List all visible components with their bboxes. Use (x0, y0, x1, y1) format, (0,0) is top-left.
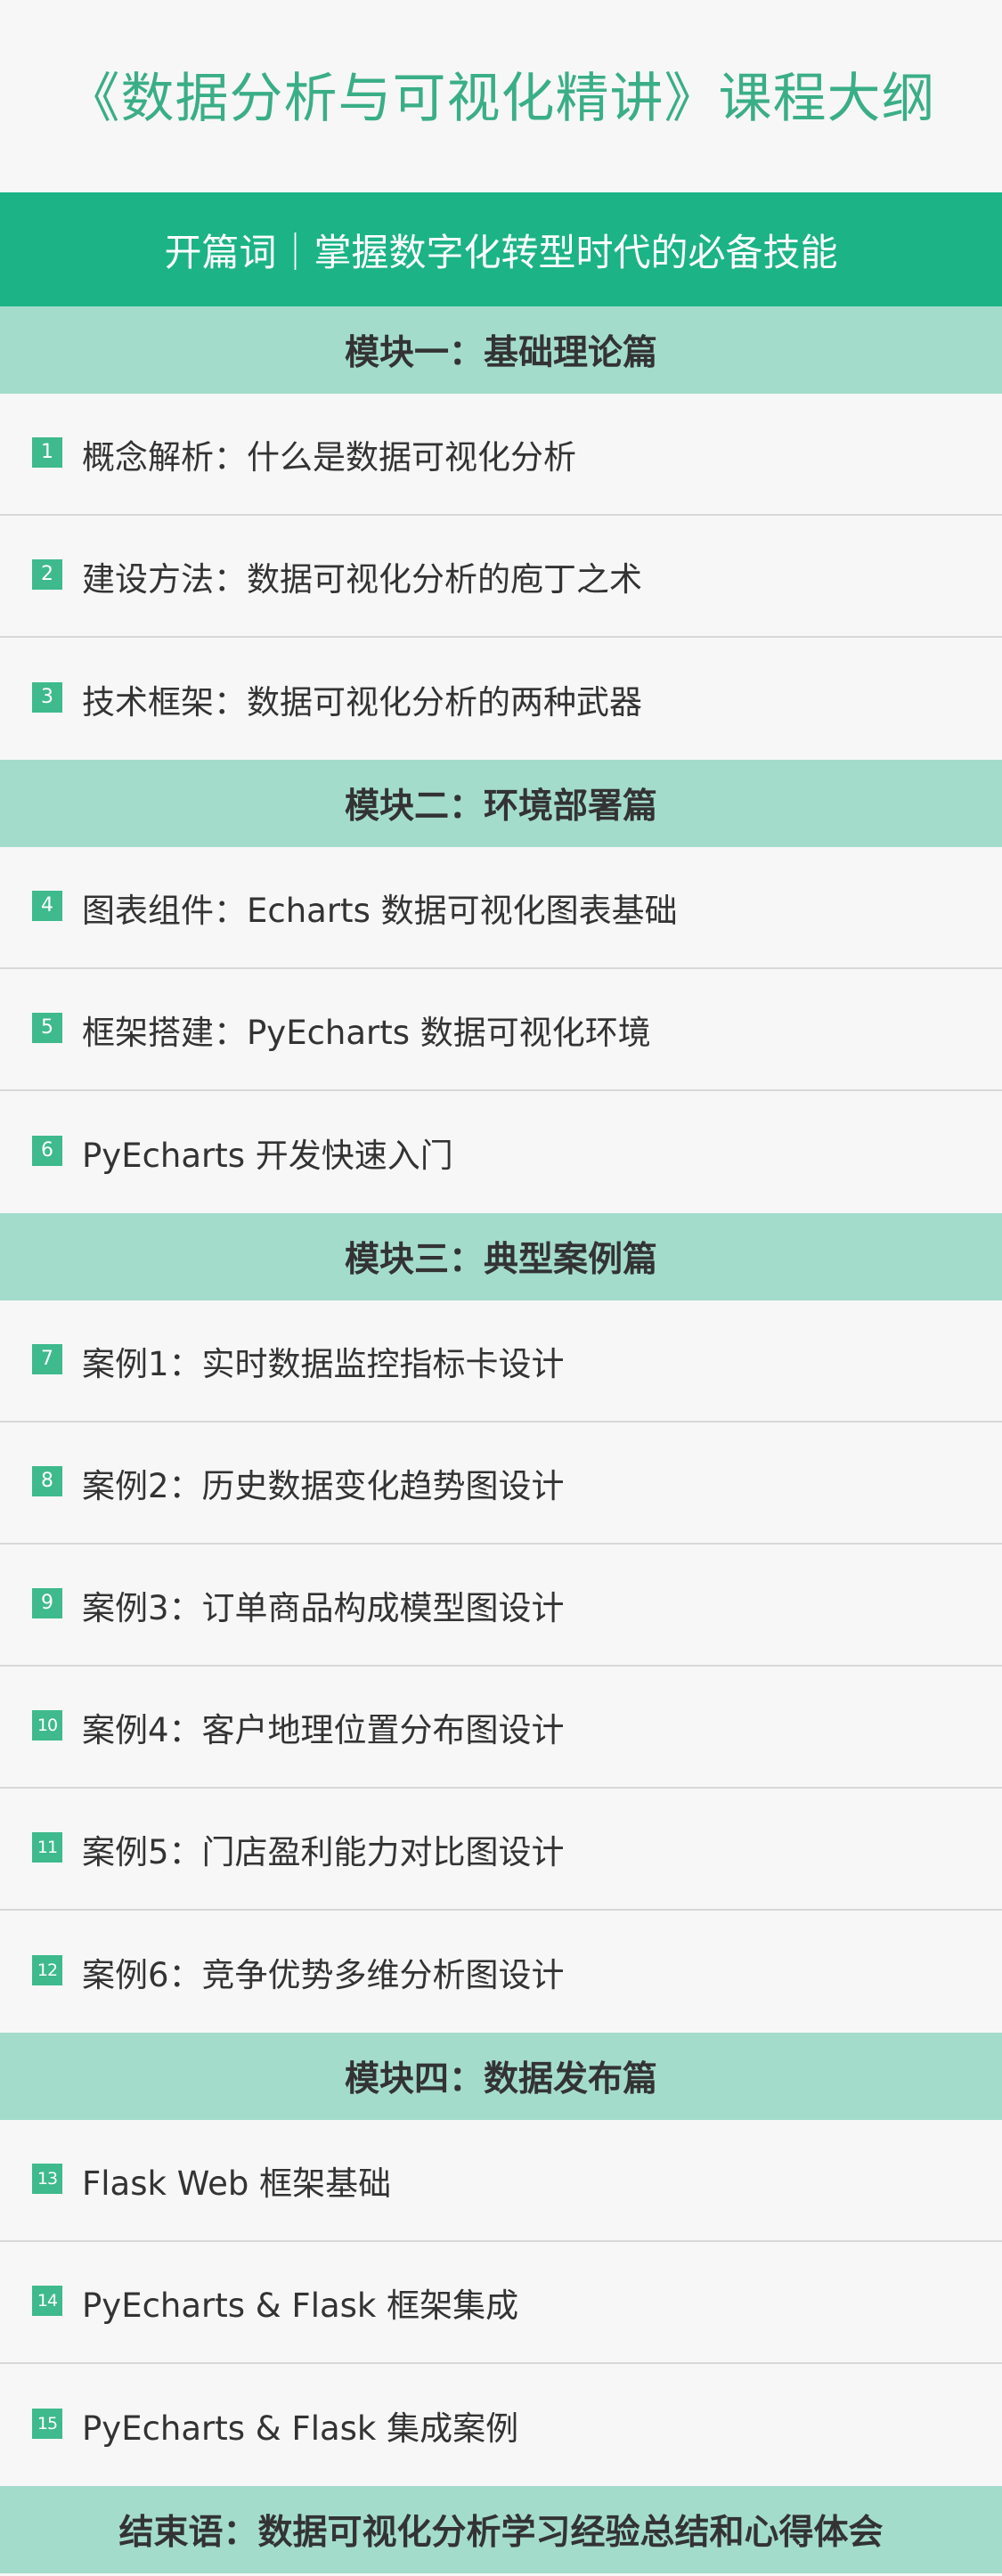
item-title: 概念解析：什么是数据可视化分析 (82, 437, 576, 477)
item-number-badge: 13 (32, 2163, 62, 2194)
ending-chapter[interactable]: 结束语：数据可视化分析学习经验总结和心得体会 (0, 2486, 1002, 2573)
item-title: 案例1：实时数据监控指标卡设计 (82, 1344, 565, 1383)
list-item[interactable]: 5 框架搭建：PyEcharts 数据可视化环境 (0, 969, 1002, 1091)
page-title: 《数据分析与可视化精讲》课程大纲 (66, 67, 936, 130)
module-header: 模块一：基础理论篇 (0, 306, 1002, 394)
title-area: 《数据分析与可视化精讲》课程大纲 (0, 0, 1002, 192)
item-title: 技术框架：数据可视化分析的两种武器 (82, 682, 642, 721)
list-item[interactable]: 8 案例2：历史数据变化趋势图设计 (0, 1423, 1002, 1545)
item-number-badge: 7 (32, 1343, 62, 1374)
item-title: PyEcharts 开发快速入门 (82, 1136, 453, 1175)
item-number-badge: 2 (32, 558, 62, 590)
item-title: 图表组件：Echarts 数据可视化图表基础 (82, 891, 678, 930)
list-item[interactable]: 2 建设方法：数据可视化分析的庖丁之术 (0, 516, 1002, 638)
item-number-badge: 3 (32, 681, 62, 713)
item-number-badge: 9 (32, 1587, 62, 1618)
item-title: 案例5：门店盈利能力对比图设计 (82, 1832, 565, 1871)
item-number-badge: 8 (32, 1465, 62, 1496)
list-item[interactable]: 4 图表组件：Echarts 数据可视化图表基础 (0, 847, 1002, 969)
item-title: 建设方法：数据可视化分析的庖丁之术 (82, 559, 642, 599)
list-item[interactable]: 3 技术框架：数据可视化分析的两种武器 (0, 638, 1002, 760)
list-item[interactable]: 11 案例5：门店盈利能力对比图设计 (0, 1789, 1002, 1911)
item-number-badge: 5 (32, 1012, 62, 1043)
list-item[interactable]: 7 案例1：实时数据监控指标卡设计 (0, 1300, 1002, 1423)
item-title: 案例2：历史数据变化趋势图设计 (82, 1466, 565, 1505)
item-number-badge: 6 (32, 1135, 62, 1166)
item-number-badge: 4 (32, 890, 62, 921)
module-header: 模块三：典型案例篇 (0, 1213, 1002, 1300)
item-title: 框架搭建：PyEcharts 数据可视化环境 (82, 1013, 651, 1052)
item-title: 案例6：竞争优势多维分析图设计 (82, 1955, 565, 1994)
module-header: 模块四：数据发布篇 (0, 2033, 1002, 2120)
list-item[interactable]: 13 Flask Web 框架基础 (0, 2120, 1002, 2242)
item-title: PyEcharts & Flask 集成案例 (82, 2409, 519, 2448)
item-title: 案例4：客户地理位置分布图设计 (82, 1710, 565, 1749)
item-title: PyEcharts & Flask 框架集成 (82, 2286, 519, 2325)
item-title: Flask Web 框架基础 (82, 2164, 392, 2203)
course-outline-page: 《数据分析与可视化精讲》课程大纲 开篇词｜掌握数字化转型时代的必备技能 模块一：… (0, 0, 1002, 2576)
list-item[interactable]: 12 案例6：竞争优势多维分析图设计 (0, 1911, 1002, 2033)
module-header: 模块二：环境部署篇 (0, 760, 1002, 847)
item-number-badge: 11 (32, 1831, 62, 1863)
item-number-badge: 14 (32, 2285, 62, 2316)
list-item[interactable]: 15 PyEcharts & Flask 集成案例 (0, 2364, 1002, 2486)
list-item[interactable]: 9 案例3：订单商品构成模型图设计 (0, 1545, 1002, 1667)
intro-chapter[interactable]: 开篇词｜掌握数字化转型时代的必备技能 (0, 192, 1002, 306)
item-number-badge: 15 (32, 2408, 62, 2439)
list-item[interactable]: 10 案例4：客户地理位置分布图设计 (0, 1667, 1002, 1789)
item-number-badge: 1 (32, 436, 62, 468)
list-item[interactable]: 1 概念解析：什么是数据可视化分析 (0, 394, 1002, 516)
list-item[interactable]: 14 PyEcharts & Flask 框架集成 (0, 2242, 1002, 2364)
item-title: 案例3：订单商品构成模型图设计 (82, 1588, 565, 1627)
item-number-badge: 10 (32, 1709, 62, 1740)
item-number-badge: 12 (32, 1954, 62, 1985)
list-item[interactable]: 6 PyEcharts 开发快速入门 (0, 1091, 1002, 1213)
